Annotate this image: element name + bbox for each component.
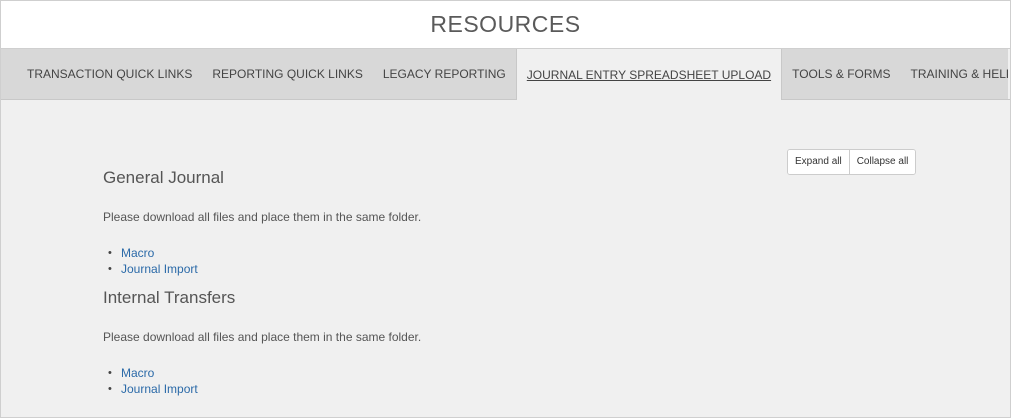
internal-transfers-file-list: • Macro • Journal Import [103, 365, 198, 397]
list-item: • Macro [108, 365, 198, 381]
tab-transaction-quick-links[interactable]: TRANSACTION QUICK LINKS [1, 49, 202, 99]
section-title-internal-transfers[interactable]: Internal Transfers [103, 288, 235, 308]
collapse-all-button[interactable]: Collapse all [848, 150, 916, 174]
bullet-icon: • [108, 247, 112, 259]
bullet-icon: • [108, 263, 112, 275]
section-description: Please download all files and place them… [103, 330, 422, 344]
tab-bar-edge [1008, 49, 1010, 99]
macro-link[interactable]: Macro [121, 366, 154, 380]
section-title-general-journal[interactable]: General Journal [103, 168, 224, 188]
general-journal-file-list: • Macro • Journal Import [103, 245, 198, 277]
section-description: Please download all files and place them… [103, 210, 422, 224]
list-item: • Journal Import [108, 261, 198, 277]
tab-reporting-quick-links[interactable]: REPORTING QUICK LINKS [202, 49, 372, 99]
tab-legacy-reporting[interactable]: LEGACY REPORTING [373, 49, 516, 99]
tab-content: Expand all Collapse all General Journal … [1, 100, 1010, 417]
tab-training-and-help[interactable]: TRAINING & HELP [901, 49, 1010, 99]
page-frame: RESOURCES TRANSACTION QUICK LINKS REPORT… [0, 0, 1011, 418]
page-header: RESOURCES [1, 1, 1010, 49]
macro-link[interactable]: Macro [121, 246, 154, 260]
expand-all-button[interactable]: Expand all [788, 150, 849, 174]
page-title: RESOURCES [430, 11, 581, 37]
tab-bar: TRANSACTION QUICK LINKS REPORTING QUICK … [1, 49, 1010, 100]
list-item: • Macro [108, 245, 198, 261]
accordion-controls: Expand all Collapse all [787, 149, 917, 175]
tab-journal-entry-spreadsheet-upload[interactable]: JOURNAL ENTRY SPREADSHEET UPLOAD [515, 49, 783, 100]
tab-tools-and-forms[interactable]: TOOLS & FORMS [782, 49, 900, 99]
journal-import-link[interactable]: Journal Import [121, 262, 198, 276]
journal-import-link[interactable]: Journal Import [121, 382, 198, 396]
list-item: • Journal Import [108, 381, 198, 397]
bullet-icon: • [108, 367, 112, 379]
bullet-icon: • [108, 383, 112, 395]
